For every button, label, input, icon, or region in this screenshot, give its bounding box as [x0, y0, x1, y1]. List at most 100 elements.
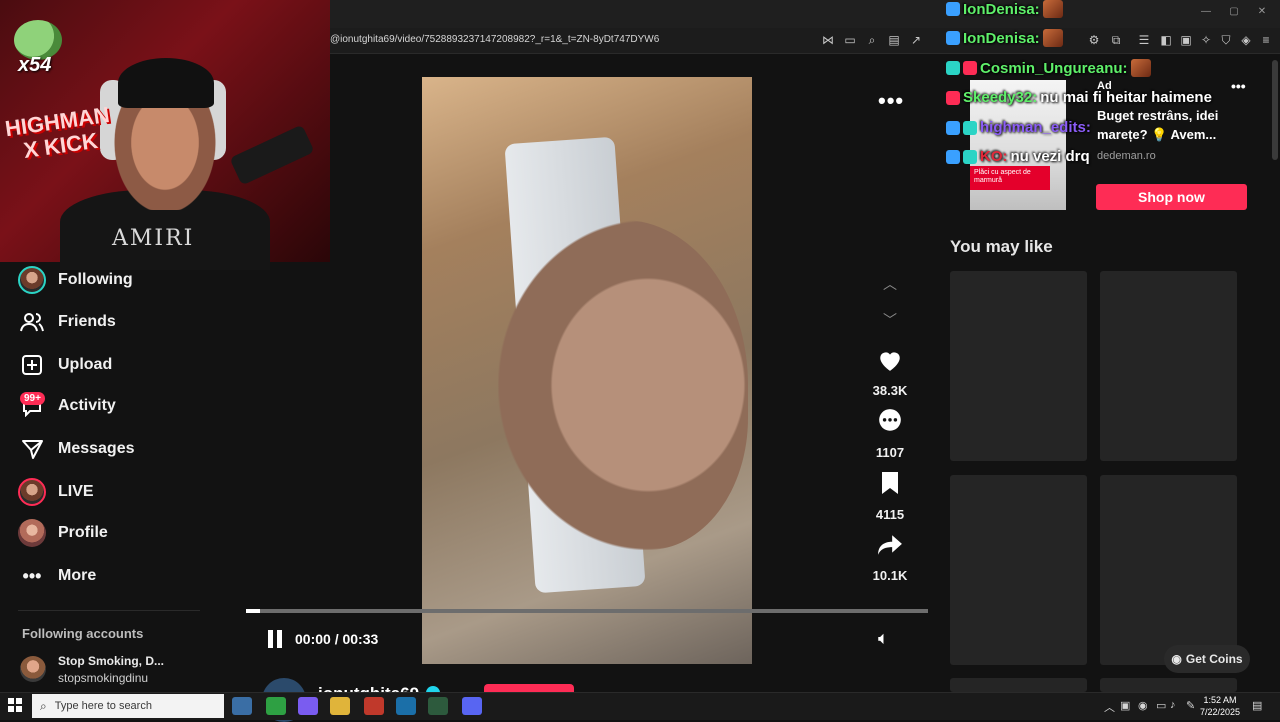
sidebar-item-label: Following [58, 271, 133, 288]
chevron-down-icon[interactable]: ﹀ [880, 310, 900, 330]
shield-icon[interactable]: ⛉ [1218, 32, 1234, 48]
progress-bar[interactable] [246, 609, 928, 613]
suggested-video-card[interactable] [1100, 475, 1237, 665]
video-time: 00:00 / 00:33 [295, 631, 379, 647]
volume-icon[interactable]: 🔈︎ [878, 628, 902, 650]
like-count: 38.3K [872, 383, 908, 398]
tray-volume-icon[interactable]: ♪ [1170, 699, 1176, 711]
sidebar-item-friends[interactable]: Friends [18, 306, 116, 338]
sidebar-item-more[interactable]: ••• More [18, 560, 97, 592]
ad-domain: dedeman.ro [1097, 150, 1156, 162]
steam-app-icon[interactable] [396, 697, 416, 715]
suggested-video-card[interactable] [1100, 271, 1237, 461]
sidebar-item-label: More [58, 567, 97, 584]
sidebar-item-label: Upload [58, 356, 113, 373]
maximize-icon[interactable]: ▢ [1226, 6, 1242, 22]
zoom-icon[interactable]: ⌕ [864, 32, 880, 48]
close-icon[interactable]: ✕ [1254, 6, 1270, 22]
chat-text: nu vezi drq [1010, 148, 1090, 165]
suggested-video-card[interactable] [950, 271, 1087, 461]
copilot-icon[interactable]: ✧ [1198, 32, 1214, 48]
chat-message: Cosmin_Ungureanu: [946, 59, 1151, 77]
extensions-icon[interactable]: ⚙ [1086, 32, 1102, 48]
task-view-icon[interactable] [232, 697, 252, 715]
taskbar-search-input[interactable]: ⌕ Type here to search [32, 694, 224, 718]
sidebar-item-messages[interactable]: Messages [18, 433, 135, 465]
share-icon[interactable]: ↗ [908, 32, 924, 48]
tab-icon[interactable]: ⧉ [1108, 32, 1124, 48]
suggested-video-card[interactable] [950, 678, 1087, 692]
sidebar-icon[interactable]: ◧ [1158, 32, 1174, 48]
bookmark-icon [882, 472, 898, 494]
wallet-icon[interactable]: ▣ [1178, 32, 1194, 48]
reader-mode-icon[interactable]: ⋈ [820, 32, 836, 48]
chat-user: IonDenisa: [963, 0, 1040, 18]
suggested-video-card[interactable] [950, 475, 1087, 665]
chevron-up-icon[interactable]: ︿ [880, 274, 900, 294]
progress-fill [246, 609, 260, 613]
following-avatar-icon [18, 266, 46, 294]
chat-emote [1042, 0, 1063, 18]
pause-button[interactable] [268, 630, 286, 648]
browser-app-icon[interactable] [364, 697, 384, 715]
video-content-hand [498, 220, 748, 550]
get-coins-button[interactable]: ◉ Get Coins [1164, 645, 1250, 673]
url-text[interactable]: @ionutghita69/video/7528893237147208982?… [330, 34, 659, 45]
sidebar-item-profile[interactable]: Profile [18, 517, 108, 549]
tray-network-icon[interactable]: ◉ [1138, 699, 1148, 712]
chat-badge-icon [963, 120, 977, 135]
tray-chevron-icon[interactable]: ︿ [1104, 699, 1115, 715]
account-avatar[interactable] [20, 656, 46, 682]
scrollbar[interactable] [1272, 60, 1278, 160]
emote-counter: x54 [18, 54, 52, 76]
friends-icon [18, 308, 46, 336]
notification-icon[interactable]: ▤ [1252, 699, 1262, 712]
windows-start-icon[interactable] [8, 698, 24, 714]
shop-now-button[interactable]: Shop now [1096, 184, 1247, 210]
share-button[interactable] [874, 529, 906, 561]
account-name[interactable]: Stop Smoking, D... [58, 654, 164, 668]
following-accounts-heading: Following accounts [22, 626, 144, 641]
reading-list-icon[interactable]: ▤ [886, 32, 902, 48]
edge-app-icon[interactable] [298, 697, 318, 715]
sidebar-item-label: Messages [58, 440, 135, 457]
chat-message: IonDenisa: [946, 29, 1063, 47]
menu-icon[interactable]: ≡ [1258, 32, 1274, 48]
picture-in-picture-icon[interactable]: ▭ [842, 32, 858, 48]
chat-user: KO: [980, 148, 1008, 165]
chat-text: nu mai fi heitar haimene [1040, 89, 1212, 106]
tray-battery-icon[interactable]: ▭ [1156, 699, 1166, 712]
you-may-like-heading: You may like [950, 237, 1053, 256]
xbox-app-icon[interactable] [428, 697, 448, 715]
file-explorer-icon[interactable] [330, 697, 350, 715]
taskbar-clock[interactable]: 1:52 AM 7/22/2025 [1200, 694, 1240, 718]
suggested-video-card[interactable] [1100, 678, 1237, 692]
profile-avatar-icon [18, 519, 46, 547]
account-handle[interactable]: stopsmokingdinu [58, 671, 148, 685]
discord-app-icon[interactable] [462, 697, 482, 715]
more-options-icon[interactable]: ••• [878, 88, 904, 114]
library-icon[interactable]: ☰ [1136, 32, 1152, 48]
comment-count: 1107 [875, 445, 905, 460]
save-button[interactable] [874, 467, 906, 499]
share-arrow-icon [878, 535, 902, 555]
heart-icon [880, 352, 900, 371]
chat-message: highman_edits: [946, 119, 1091, 136]
chat-message: Skeedy32: nu mai fi heitar haimene [946, 89, 1212, 106]
chat-user: Skeedy32: [963, 89, 1038, 106]
like-button[interactable] [874, 344, 906, 376]
chat-message: IonDenisa: [946, 0, 1063, 18]
chat-user: highman_edits: [980, 119, 1091, 136]
chat-badge-icon [946, 61, 960, 75]
chat-badge-icon [963, 61, 977, 75]
vpn-icon[interactable]: ◈ [1238, 32, 1254, 48]
sidebar-item-live[interactable]: LIVE [18, 476, 94, 508]
tray-pen-icon[interactable]: ✎ [1186, 699, 1195, 712]
sidebar-item-upload[interactable]: Upload [18, 349, 112, 381]
minimize-icon[interactable]: — [1198, 6, 1214, 22]
tray-app-icon[interactable]: ▣ [1120, 699, 1130, 712]
ad-more-icon[interactable]: ••• [1231, 78, 1246, 94]
comment-button[interactable] [874, 405, 906, 437]
copilot-app-icon[interactable] [266, 697, 286, 715]
divider [18, 610, 200, 611]
